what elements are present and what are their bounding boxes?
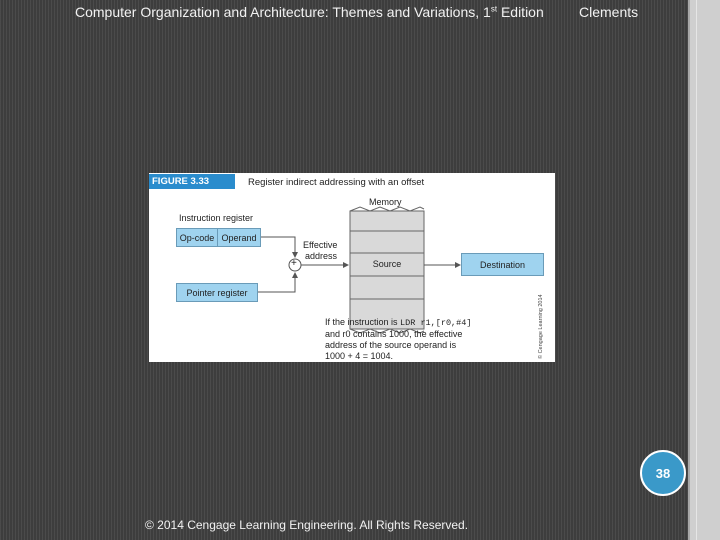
figure-caption: If the instruction is LDR r1,[r0,#4] and… (325, 317, 471, 362)
caption-line3: address of the source operand is (325, 340, 457, 350)
right-decorative-line-light (696, 0, 697, 540)
book-title: Computer Organization and Architecture: … (75, 4, 491, 20)
pointer-register-box: Pointer register (176, 283, 258, 302)
caption-line4: 1000 + 4 = 1004. (325, 351, 394, 361)
instruction-register-label: Instruction register (179, 213, 254, 223)
memory-label: Memory (369, 197, 402, 207)
caption-code: LDR r1,[r0,#4] (400, 318, 472, 328)
pointer-to-adder-arrow (258, 272, 298, 293)
right-decorative-stripe (688, 0, 720, 540)
effective-address-label-line2: address (305, 251, 338, 261)
book-title-header: Computer Organization and Architecture: … (75, 4, 544, 20)
source-cell: Source (372, 259, 402, 269)
effective-address-label-line1: Effective (303, 240, 338, 250)
adder-symbol: + (291, 258, 297, 269)
opcode-box: Op-code (176, 228, 218, 247)
author-header: Clements (579, 4, 639, 20)
figure-side-credit: © Cengage Learning 2014 (538, 294, 544, 359)
destination-box: Destination (461, 253, 544, 276)
operand-to-adder-arrow (261, 236, 298, 258)
right-decorative-line (688, 0, 690, 540)
slide-number-badge: 38 (640, 450, 686, 496)
caption-text-part1: If the instruction is (325, 317, 401, 327)
figure-register-indirect-addressing: FIGURE 3.33 Register indirect addressing… (149, 173, 555, 362)
edition-suffix: Edition (497, 4, 544, 20)
caption-line2: and r0 contains 1000, the effective (325, 329, 463, 339)
operand-box: Operand (218, 228, 261, 247)
footer-copyright: © 2014 Cengage Learning Engineering. All… (145, 518, 469, 532)
